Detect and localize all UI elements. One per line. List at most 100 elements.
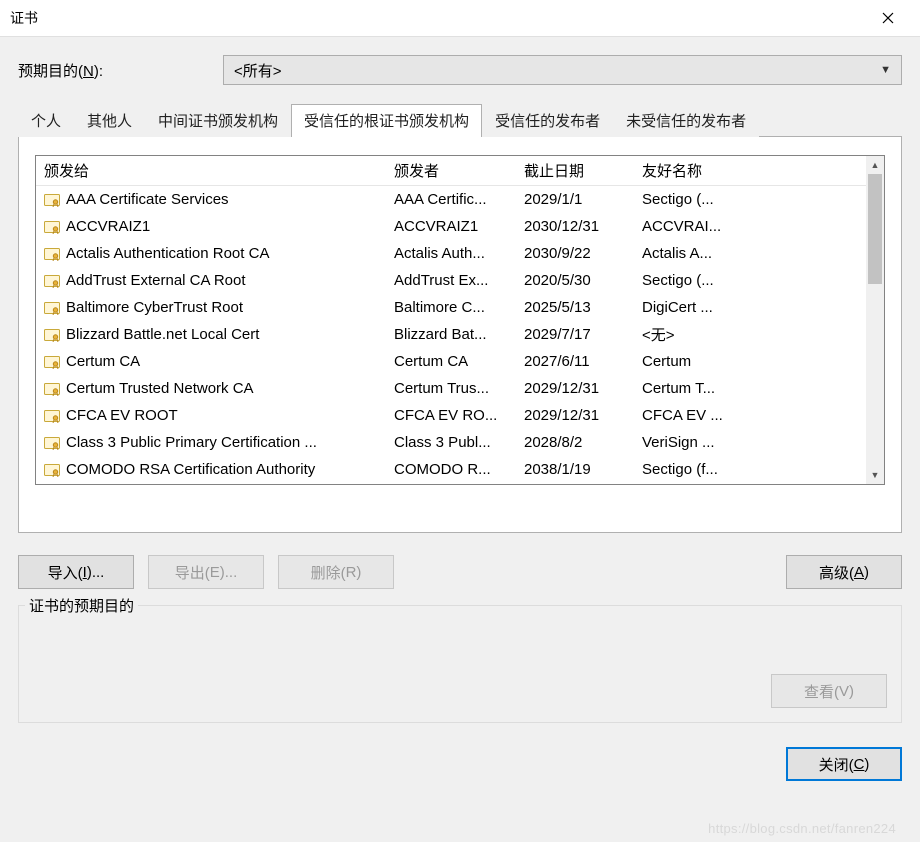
table-row[interactable]: Class 3 Public Primary Certification ...… [36,429,866,456]
cell-issued-by: Class 3 Publ... [386,434,516,451]
column-friendly-name[interactable]: 友好名称 [634,160,834,181]
table-row[interactable]: Blizzard Battle.net Local Cert Blizzard B… [36,321,866,348]
cell-expiration: 2020/5/30 [516,272,634,289]
certificate-icon [44,409,60,423]
cell-expiration: 2029/7/17 [516,326,634,343]
cell-friendly-name: Sectigo (f... [634,461,834,478]
cell-issued-to: AddTrust External CA Root [66,272,246,289]
column-issued-by[interactable]: 颁发者 [386,160,516,181]
certificate-icon [44,328,60,342]
cell-issued-to: Actalis Authentication Root CA [66,245,269,262]
cell-issued-to: COMODO RSA Certification Authority [66,461,315,478]
tab[interactable]: 受信任的发布者 [482,104,613,137]
export-button: 导出(E)... [148,555,264,589]
cell-issued-to: Class 3 Public Primary Certification ... [66,434,317,451]
cell-issued-to: CFCA EV ROOT [66,407,178,424]
cell-issued-by: COMODO R... [386,461,516,478]
delete-button: 删除(R) [278,555,394,589]
certificate-icon [44,220,60,234]
chevron-down-icon: ▼ [880,64,891,76]
cell-issued-by: AddTrust Ex... [386,272,516,289]
watermark: https://blog.csdn.net/fanren224 [708,821,896,836]
cell-expiration: 2029/12/31 [516,407,634,424]
table-row[interactable]: ACCVRAIZ1ACCVRAIZ12030/12/31ACCVRAI... [36,213,866,240]
column-issued-to[interactable]: 颁发给 [36,160,386,181]
certificate-icon [44,436,60,450]
scroll-thumb[interactable] [868,174,882,284]
cell-friendly-name: Certum [634,353,834,370]
cell-friendly-name: ACCVRAI... [634,218,834,235]
window-close-button[interactable] [868,0,908,36]
cell-issued-by: Blizzard Bat... [386,326,516,343]
table-row[interactable]: CFCA EV ROOT CFCA EV RO...2029/12/31CFCA … [36,402,866,429]
cell-issued-by: Certum Trus... [386,380,516,397]
certificate-icon [44,193,60,207]
certificate-listbox: 颁发给 颁发者 截止日期 友好名称 AAA Certificate Servic… [35,155,885,485]
column-expiration[interactable]: 截止日期 [516,160,634,181]
cell-expiration: 2029/1/1 [516,191,634,208]
certificate-icon [44,274,60,288]
dialog-content: 预期目的(N): <所有> ▼ 个人其他人中间证书颁发机构受信任的根证书颁发机构… [0,36,920,842]
table-row[interactable]: Actalis Authentication Root CA Actalis Au… [36,240,866,267]
view-button: 查看(V) [771,674,887,708]
advanced-button[interactable]: 高级(A) [786,555,902,589]
close-button[interactable]: 关闭(C) [786,747,902,781]
cell-issued-to: Baltimore CyberTrust Root [66,299,243,316]
cell-expiration: 2030/9/22 [516,245,634,262]
table-row[interactable]: Certum Trusted Network CA Certum Trus...2… [36,375,866,402]
intended-purpose-row: 预期目的(N): <所有> ▼ [18,55,902,85]
cell-issued-by: Actalis Auth... [386,245,516,262]
close-icon [882,12,894,24]
cell-expiration: 2025/5/13 [516,299,634,316]
tab[interactable]: 其他人 [74,104,145,137]
cell-issued-to: Certum Trusted Network CA [66,380,254,397]
scroll-track[interactable] [866,174,884,466]
tab[interactable]: 个人 [18,104,74,137]
window-title: 证书 [10,8,38,28]
cell-expiration: 2029/12/31 [516,380,634,397]
table-row[interactable]: AAA Certificate ServicesAAA Certific...2… [36,186,866,213]
certificate-icon [44,247,60,261]
list-body: AAA Certificate ServicesAAA Certific...2… [36,186,866,483]
table-row[interactable]: Certum CACertum CA2027/6/11Certum [36,348,866,375]
cell-issued-by: ACCVRAIZ1 [386,218,516,235]
certificates-dialog: 证书 预期目的(N): <所有> ▼ 个人其他人中间证书颁发机构受信任的根证书颁… [0,0,920,842]
intended-purpose-label: 预期目的(N): [18,60,223,81]
tab[interactable]: 中间证书颁发机构 [145,104,291,137]
cell-friendly-name: Certum T... [634,380,834,397]
cell-friendly-name: Actalis A... [634,245,834,262]
footer: 关闭(C) [18,747,902,781]
tab-panel: 颁发给 颁发者 截止日期 友好名称 AAA Certificate Servic… [18,137,902,533]
cell-expiration: 2027/6/11 [516,353,634,370]
scroll-down-button[interactable]: ▼ [866,466,884,484]
certificate-icon [44,301,60,315]
titlebar: 证书 [0,0,920,36]
tab[interactable]: 受信任的根证书颁发机构 [291,104,482,137]
vertical-scrollbar[interactable]: ▲ ▼ [866,156,884,484]
cell-expiration: 2030/12/31 [516,218,634,235]
table-row[interactable]: COMODO RSA Certification Authority COMODO… [36,456,866,483]
scroll-up-button[interactable]: ▲ [866,156,884,174]
cell-issued-by: AAA Certific... [386,191,516,208]
cell-expiration: 2028/8/2 [516,434,634,451]
cell-friendly-name: Sectigo (... [634,272,834,289]
cell-friendly-name: <无> [634,324,834,345]
cell-friendly-name: Sectigo (... [634,191,834,208]
certificate-icon [44,463,60,477]
cert-purposes-groupbox: 证书的预期目的 查看(V) [18,605,902,723]
intended-purpose-select[interactable]: <所有> ▼ [223,55,902,85]
cell-issued-to: ACCVRAIZ1 [66,218,150,235]
table-row[interactable]: AddTrust External CA Root AddTrust Ex...2… [36,267,866,294]
cell-issued-by: Baltimore C... [386,299,516,316]
groupbox-label: 证书的预期目的 [25,595,138,616]
cell-issued-to: Certum CA [66,353,140,370]
cell-issued-to: Blizzard Battle.net Local Cert [66,326,259,343]
cell-friendly-name: DigiCert ... [634,299,834,316]
list-header: 颁发给 颁发者 截止日期 友好名称 [36,156,866,186]
tab[interactable]: 未受信任的发布者 [613,104,759,137]
cell-issued-by: CFCA EV RO... [386,407,516,424]
import-button[interactable]: 导入(I)... [18,555,134,589]
cell-friendly-name: CFCA EV ... [634,407,834,424]
table-row[interactable]: Baltimore CyberTrust Root Baltimore C...2… [36,294,866,321]
select-value: <所有> [234,60,282,81]
